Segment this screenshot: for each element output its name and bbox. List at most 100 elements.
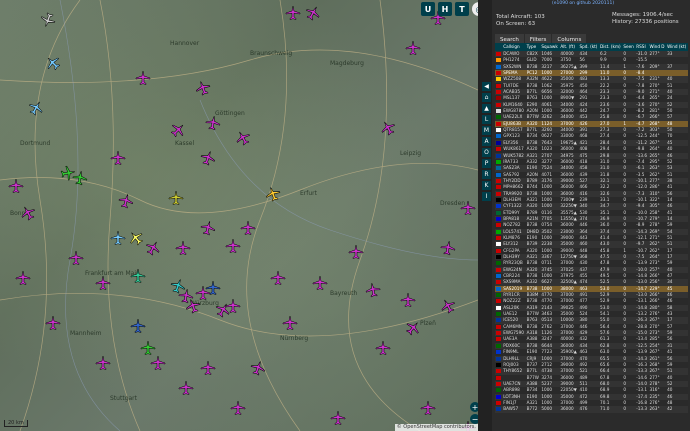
flag-icon [496, 96, 501, 101]
side-button[interactable]: L [482, 115, 491, 124]
flag-icon [496, 356, 501, 361]
aircraft-icon[interactable] [200, 360, 216, 376]
column-header[interactable]: Dist. (km) [599, 43, 623, 51]
map-label: Nürnberg [280, 335, 309, 342]
messages-rate: Messages: 1906.4/sec [612, 12, 673, 18]
aircraft-icon[interactable] [15, 270, 31, 286]
flag-icon [496, 305, 501, 310]
side-button[interactable]: M [482, 126, 491, 135]
aircraft-icon[interactable] [140, 340, 156, 356]
t-button[interactable]: T [455, 2, 469, 16]
table-cell: -13.9 [635, 260, 649, 267]
aircraft-icon[interactable] [230, 400, 246, 416]
aircraft-icon[interactable] [168, 190, 184, 206]
aircraft-icon[interactable] [282, 315, 298, 331]
column-header[interactable]: Callsign [502, 43, 526, 51]
aircraft-icon[interactable] [68, 250, 84, 266]
flag-icon [496, 178, 501, 183]
aircraft-icon[interactable] [71, 169, 90, 188]
map-button-group: U H T ◎ [421, 2, 478, 16]
side-button[interactable]: A [482, 137, 491, 146]
flag-icon [496, 223, 501, 228]
map-label: Magdeburg [330, 60, 364, 67]
flag-icon [496, 407, 501, 412]
aircraft-icon[interactable] [330, 410, 346, 426]
flag-icon [496, 64, 501, 69]
aircraft-icon[interactable] [439, 239, 458, 258]
map-view[interactable]: Hannover Braunschweig Magdeburg Kassel G… [0, 0, 478, 431]
aircraft-icon[interactable] [110, 230, 126, 246]
column-header[interactable]: Alt. (ft) [559, 43, 579, 51]
aircraft-icon[interactable] [175, 240, 191, 256]
side-button[interactable]: R [482, 170, 491, 179]
aircraft-icon[interactable] [130, 318, 146, 334]
column-header[interactable]: Wind (kt) [666, 43, 688, 51]
aircraft-icon[interactable] [400, 292, 416, 308]
aircraft-icon[interactable] [225, 298, 241, 314]
table-cell: -13.3 [635, 368, 649, 375]
aircraft-icon[interactable] [110, 150, 126, 166]
flag-icon [496, 90, 501, 95]
side-button[interactable]: ◀ [482, 82, 491, 91]
map-label: Mannheim [70, 330, 102, 337]
u-button[interactable]: U [421, 2, 435, 16]
map-roads [0, 0, 478, 431]
aircraft-icon[interactable] [95, 275, 111, 291]
table-cell: 36000 [559, 406, 579, 413]
aircraft-icon[interactable] [375, 340, 391, 356]
aircraft-icon[interactable] [95, 355, 111, 371]
aircraft-icon[interactable] [45, 315, 61, 331]
aircraft-icon[interactable] [240, 220, 256, 236]
column-header[interactable] [495, 43, 503, 51]
aircraft-icon[interactable] [460, 200, 476, 216]
column-header[interactable]: RSSI [635, 43, 649, 51]
side-button[interactable]: O [482, 148, 491, 157]
zoom-out-button[interactable]: − [470, 414, 478, 424]
side-button[interactable]: ⌂ [482, 93, 491, 102]
aircraft-icon[interactable] [312, 275, 328, 291]
table-row[interactable]: BAW57 B772 5000 36000 476 71.0 0 -13.3 263° 42 [495, 406, 688, 413]
aircraft-icon[interactable] [285, 5, 301, 21]
aircraft-icon[interactable] [8, 178, 24, 194]
column-header[interactable]: Wind D [648, 43, 667, 51]
map-label: Braunschweig [250, 50, 293, 57]
aircraft-icon[interactable] [150, 355, 166, 371]
map-attribution[interactable]: © OpenStreetMap contributors. [394, 424, 478, 431]
version-link[interactable]: (e1090 on github 2020111) [552, 0, 614, 7]
layers-icon[interactable]: ◎ [472, 2, 478, 16]
side-button[interactable]: I [482, 192, 491, 201]
aircraft-icon[interactable] [225, 238, 241, 254]
aircraft-icon[interactable] [348, 244, 364, 260]
aircraft-icon[interactable] [204, 114, 223, 133]
column-header[interactable]: Type [525, 43, 541, 51]
flag-icon [496, 248, 501, 253]
aircraft-icon[interactable] [364, 281, 383, 300]
h-button[interactable]: H [438, 2, 452, 16]
flag-icon [496, 362, 501, 367]
scale-bar: 20 km [4, 420, 28, 427]
aircraft-icon[interactable] [135, 70, 151, 86]
column-header[interactable]: Squawk [540, 43, 560, 51]
table-cell: -12.5 [635, 133, 649, 140]
side-button[interactable]: K [482, 181, 491, 190]
aircraft-icon[interactable] [205, 280, 221, 296]
flag-icon [496, 331, 501, 336]
aircraft-icon[interactable] [270, 270, 286, 286]
side-button[interactable]: P [482, 159, 491, 168]
aircraft-icon[interactable] [130, 268, 146, 284]
aircraft-panel: Total Aircraft: 103 On Screen: 63 (e1090… [492, 0, 690, 431]
column-header[interactable]: Seen [622, 43, 636, 51]
aircraft-icon[interactable] [178, 380, 194, 396]
flag-icon [496, 324, 501, 329]
flag-icon [496, 337, 501, 342]
flag-icon [496, 52, 501, 56]
column-header[interactable]: Spd. (kt) [578, 43, 600, 51]
flag-icon [496, 216, 501, 221]
flag-icon [496, 381, 501, 386]
flag-icon [496, 280, 501, 285]
side-button[interactable]: ▲ [482, 104, 491, 113]
zoom-in-button[interactable]: + [470, 402, 478, 412]
aircraft-icon[interactable] [405, 40, 421, 56]
flag-icon [496, 140, 501, 145]
aircraft-icon[interactable] [420, 400, 436, 416]
